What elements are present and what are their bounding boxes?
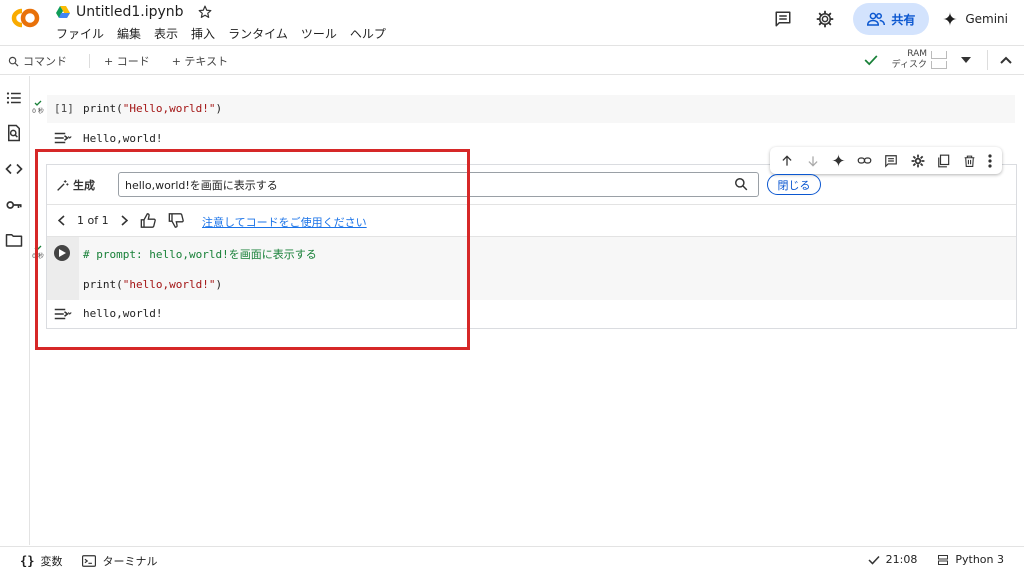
star-icon[interactable] bbox=[198, 5, 212, 19]
menu-file[interactable]: ファイル bbox=[56, 25, 104, 42]
menu-runtime[interactable]: ランタイム bbox=[228, 25, 288, 42]
cell1-elapsed: 0 秒 bbox=[32, 108, 44, 115]
secrets-key-icon[interactable] bbox=[5, 196, 23, 214]
command-palette-button[interactable]: コマンド bbox=[8, 53, 67, 69]
comments-icon[interactable] bbox=[767, 3, 799, 35]
menu-view[interactable]: 表示 bbox=[154, 25, 178, 42]
drive-icon bbox=[56, 6, 70, 18]
colab-logo[interactable] bbox=[8, 6, 44, 30]
toolbar-divider bbox=[89, 54, 90, 68]
toolbar-divider bbox=[987, 50, 988, 70]
search-icon[interactable] bbox=[734, 177, 748, 191]
status-bar: {} 変数 ターミナル 21:08 Python 3 bbox=[0, 546, 1024, 571]
variables-label: 変数 bbox=[40, 555, 63, 568]
runtime-type[interactable]: Python 3 bbox=[937, 553, 1004, 566]
delete-icon[interactable] bbox=[963, 154, 976, 168]
files-folder-icon[interactable] bbox=[5, 231, 23, 249]
command-label: コマンド bbox=[23, 55, 67, 68]
add-text-label: + テキスト bbox=[171, 55, 229, 68]
status-bar-left: {} 変数 ターミナル bbox=[20, 553, 177, 569]
code-snippets-icon[interactable] bbox=[5, 160, 23, 178]
toolbar-right: RAM ディスク bbox=[864, 46, 1012, 74]
menu-insert[interactable]: 挿入 bbox=[191, 25, 215, 42]
find-replace-icon[interactable] bbox=[5, 124, 23, 142]
terminal-button[interactable]: ターミナル bbox=[82, 553, 157, 569]
code-string: "Hello,world!" bbox=[122, 102, 216, 115]
check-icon bbox=[868, 555, 880, 565]
server-icon bbox=[937, 554, 949, 566]
terminal-icon bbox=[82, 555, 97, 567]
cell-toolbar bbox=[770, 147, 1002, 174]
last-run-time: 21:08 bbox=[885, 553, 918, 566]
menu-tools[interactable]: ツール bbox=[301, 25, 337, 42]
resource-monitor[interactable]: RAM ディスク bbox=[892, 49, 947, 71]
move-up-icon[interactable] bbox=[780, 154, 794, 168]
disk-label: ディスク bbox=[891, 60, 927, 70]
menu-edit[interactable]: 編集 bbox=[117, 25, 141, 42]
disk-meter bbox=[931, 61, 947, 69]
gemini-label: Gemini bbox=[965, 12, 1008, 26]
close-generate-button[interactable]: 閉じる bbox=[767, 174, 821, 195]
add-code-button[interactable]: + コード bbox=[104, 53, 150, 69]
link-icon[interactable] bbox=[857, 153, 872, 168]
comment-icon[interactable] bbox=[884, 154, 898, 168]
ram-label: RAM bbox=[907, 49, 927, 59]
gemini-button[interactable]: Gemini bbox=[943, 12, 1008, 26]
add-text-button[interactable]: + テキスト bbox=[172, 53, 228, 69]
share-label: 共有 bbox=[891, 12, 916, 27]
share-button[interactable]: 共有 bbox=[853, 3, 930, 35]
cell1-exec-status: 0 秒 bbox=[31, 100, 45, 115]
last-run-status[interactable]: 21:08 bbox=[868, 553, 918, 566]
connected-check-icon bbox=[864, 54, 878, 66]
notebook-title-area: Untitled1.ipynb bbox=[56, 3, 212, 21]
runtime-label: Python 3 bbox=[955, 553, 1004, 566]
left-sidebar bbox=[0, 76, 30, 545]
cell1-output: Hello,world! bbox=[83, 132, 163, 145]
search-icon bbox=[8, 56, 19, 67]
header-actions: 共有 Gemini bbox=[767, 3, 1008, 35]
code-fn: print( bbox=[83, 102, 123, 115]
menu-help[interactable]: ヘルプ bbox=[350, 25, 386, 42]
cell1-code[interactable]: print("Hello,world!") bbox=[83, 102, 222, 115]
notebook-title[interactable]: Untitled1.ipynb bbox=[76, 4, 184, 20]
gemini-sparkle-icon bbox=[943, 12, 958, 26]
status-bar-right: 21:08 Python 3 bbox=[848, 553, 1004, 566]
cell1-exec-count: [1] bbox=[54, 102, 74, 115]
people-icon bbox=[867, 12, 886, 26]
variables-button[interactable]: {} 変数 bbox=[20, 553, 62, 569]
notebook-toolbar: コマンド + コード + テキスト RAM ディスク bbox=[0, 45, 1024, 75]
settings-gear-icon[interactable] bbox=[809, 3, 841, 35]
gemini-sparkle-icon[interactable] bbox=[832, 154, 846, 167]
more-options-icon[interactable] bbox=[988, 153, 992, 168]
code-paren: ) bbox=[215, 102, 223, 115]
output-actions-icon[interactable] bbox=[54, 131, 72, 145]
table-of-contents-icon[interactable] bbox=[5, 89, 23, 107]
ram-meter bbox=[931, 51, 947, 59]
collapse-header-icon[interactable] bbox=[1000, 56, 1012, 64]
braces-icon: {} bbox=[20, 554, 35, 568]
toolbar-left: コマンド + コード + テキスト bbox=[8, 53, 250, 69]
mirror-cell-icon[interactable] bbox=[937, 154, 951, 168]
terminal-label: ターミナル bbox=[102, 555, 158, 568]
add-code-label: + コード bbox=[104, 55, 150, 68]
runtime-dropdown-icon[interactable] bbox=[961, 57, 971, 63]
cell-settings-gear-icon[interactable] bbox=[911, 154, 925, 168]
annotation-highlight-box bbox=[35, 149, 470, 350]
menu-bar: ファイル 編集 表示 挿入 ランタイム ツール ヘルプ bbox=[56, 25, 399, 42]
move-down-icon[interactable] bbox=[806, 154, 820, 168]
